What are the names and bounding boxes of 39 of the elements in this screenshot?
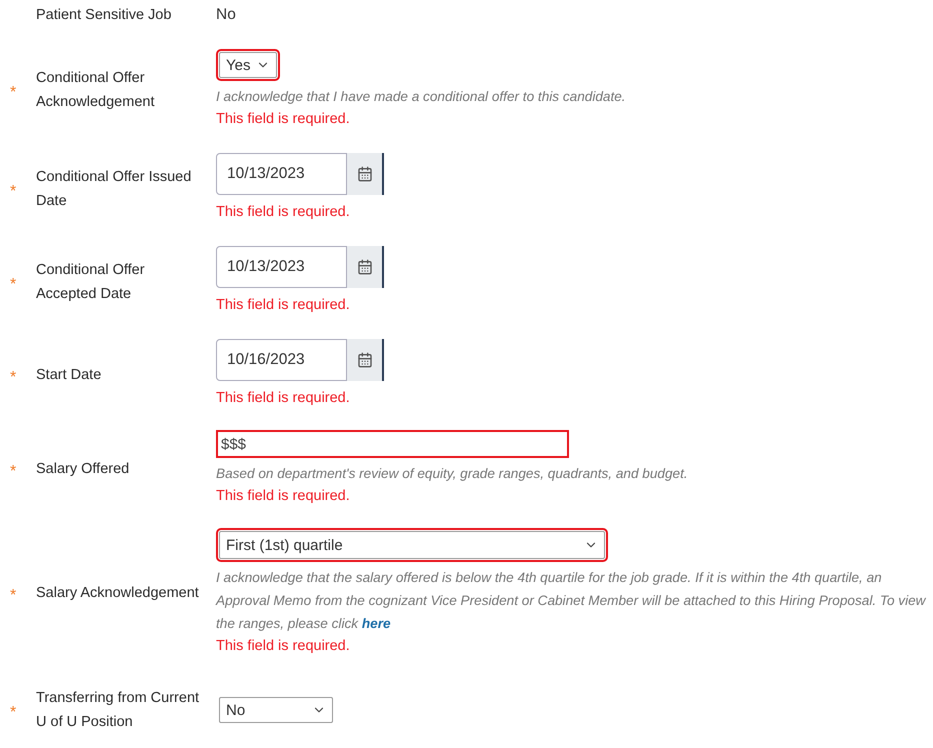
help-text: I acknowledge that I have made a conditional offer to this candidate. <box>216 88 626 106</box>
field-label: Salary Offered <box>36 460 130 479</box>
calendar-button[interactable] <box>347 153 384 195</box>
required-mark: * <box>10 182 16 200</box>
help-text: I acknowledge that the salary offered is below the 4th quartile for the job grade. If it is within the 4th quartile, an Approval Memo from the cognizant Vice President or Cabinet Member will be attached to this Hiring Proposal. To view the ranges, please click here <box>216 569 927 633</box>
here-link[interactable]: here <box>362 616 391 631</box>
date-field[interactable]: 10/13/2023 <box>216 246 347 288</box>
field-label: Patient Sensitive Job <box>36 6 172 25</box>
required-mark: * <box>10 368 16 386</box>
field-label: Conditional Offer Issued Date <box>36 168 192 210</box>
help-text: Based on department's review of equity, grade ranges, quadrants, and budget. <box>216 465 688 483</box>
field-label: Start Date <box>36 366 102 384</box>
select-field[interactable]: Yes <box>219 52 278 78</box>
required-mark: * <box>10 463 16 481</box>
error-message: This field is required. <box>216 487 350 506</box>
field-label: Conditional Offer Accepted Date <box>36 260 146 304</box>
calendar-icon <box>356 259 372 275</box>
required-mark: * <box>10 704 16 722</box>
field-label: Salary Acknowledgement <box>36 584 200 603</box>
text-field[interactable]: $$$ <box>216 430 569 458</box>
calendar-icon <box>356 166 372 182</box>
error-message: This field is required. <box>216 637 350 656</box>
date-field[interactable]: 10/13/2023 <box>216 153 347 195</box>
calendar-button[interactable] <box>347 339 384 381</box>
required-mark: * <box>10 587 16 605</box>
calendar-button[interactable] <box>347 246 384 288</box>
error-message: This field is required. <box>216 203 350 222</box>
error-message: This field is required. <box>216 110 350 129</box>
error-message: This field is required. <box>216 389 350 408</box>
field-value: No <box>216 5 236 25</box>
date-field[interactable]: 10/16/2023 <box>216 339 347 381</box>
select-field[interactable]: First (1st) quartile <box>219 531 605 559</box>
required-mark: * <box>10 276 16 294</box>
error-message: This field is required. <box>216 296 350 315</box>
field-label: Conditional Offer Acknowledgement <box>36 69 156 112</box>
required-mark: * <box>10 84 16 102</box>
field-label: Transferring from Current U of U Position <box>36 689 200 732</box>
select-field[interactable]: No <box>219 697 333 723</box>
calendar-icon <box>356 352 372 368</box>
